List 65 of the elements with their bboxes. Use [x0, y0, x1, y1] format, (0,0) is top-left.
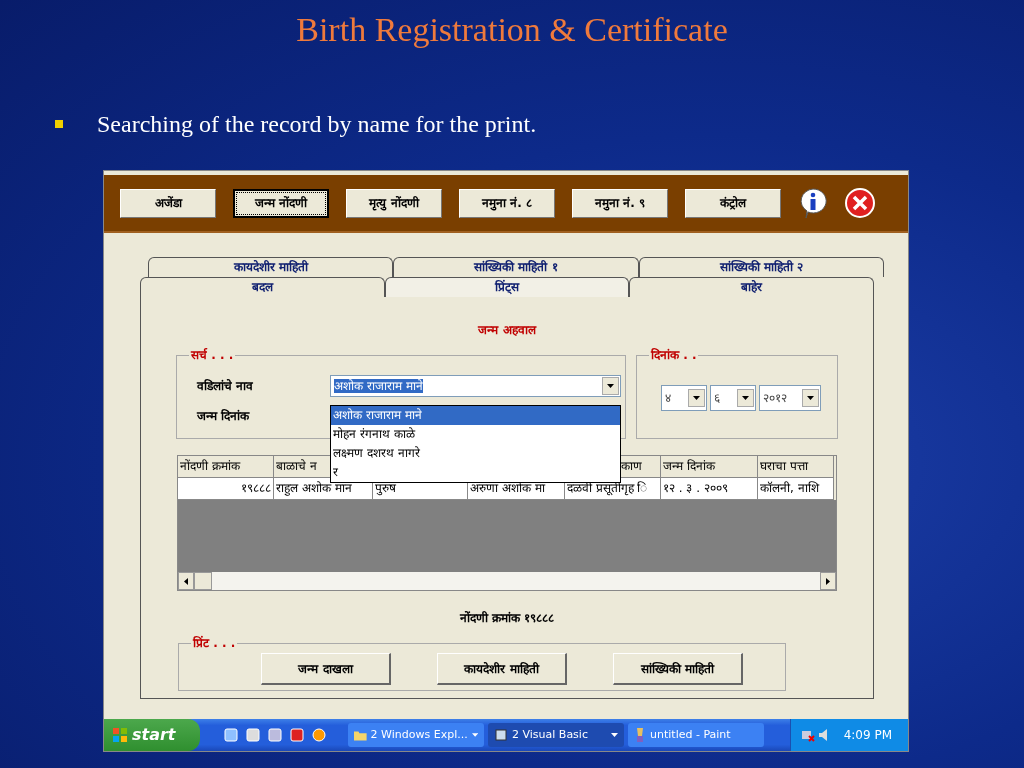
field-label: वडिलांचे नाव: [197, 378, 255, 395]
tab[interactable]: सांख्यिकी माहिती २: [638, 257, 884, 277]
record-number: नोंदणी क्रमांक १९८८८: [459, 610, 555, 627]
scroll-right-button[interactable]: [820, 572, 836, 590]
tab[interactable]: सांख्यिकी माहिती १: [393, 257, 639, 277]
taskbar-button[interactable]: 2 Windows Expl...: [348, 723, 484, 747]
toolbar-button[interactable]: नमुना नं. ९: [572, 188, 668, 218]
browser-icon: [224, 728, 238, 742]
info-icon: [798, 187, 828, 219]
program-icon: [246, 728, 260, 742]
dropdown-option[interactable]: मोहन रंगनाथ काळे: [331, 425, 620, 444]
tab[interactable]: बाहेर: [629, 277, 874, 297]
paint-icon: [634, 728, 646, 742]
horizontal-scrollbar[interactable]: [178, 572, 836, 590]
field-label: जन्म दिनांक: [197, 408, 251, 425]
toolbar-button[interactable]: नमुना नं. ८: [459, 188, 555, 218]
column-header: घराचा पत्ता: [758, 456, 834, 478]
tab[interactable]: बदल: [140, 277, 385, 297]
group-title: सर्च . . .: [189, 349, 235, 361]
bullet-icon: [55, 120, 63, 128]
toolbar-button[interactable]: मृत्यु नोंदणी: [346, 188, 442, 218]
caret-icon: [807, 396, 814, 400]
media-player-icon: [312, 728, 326, 742]
right-arrow-icon: [826, 577, 830, 585]
date-dropdown[interactable]: ६: [710, 385, 756, 411]
taskbar-button[interactable]: untitled - Paint: [628, 723, 764, 747]
windows-logo-icon: [112, 727, 128, 743]
folder-icon: [354, 729, 367, 741]
tab[interactable]: प्रिंट्स: [384, 277, 630, 297]
bullet-text: Searching of the record by name for the print.: [97, 110, 537, 139]
column-header: नोंदणी क्रमांक: [178, 456, 274, 478]
toolbar-button[interactable]: जन्म नोंदणी: [233, 188, 329, 218]
print-button[interactable]: कायदेशीर माहिती: [437, 653, 567, 685]
scroll-left-button[interactable]: [178, 572, 194, 590]
table-cell: १२ . ३ . २००९: [661, 478, 758, 500]
program-icon: [494, 728, 508, 742]
clock: 4:09 PM: [843, 727, 892, 744]
date-dropdown[interactable]: ४: [661, 385, 707, 411]
table-cell: १९८८८: [178, 478, 274, 500]
group-title: प्रिंट . . .: [191, 637, 237, 649]
print-button[interactable]: जन्म दाखला: [261, 653, 391, 685]
scroll-thumb[interactable]: [194, 572, 212, 590]
caret-icon: [742, 396, 749, 400]
monitor-icon: [268, 728, 282, 742]
color-blocks-icon: [290, 728, 304, 742]
taskbar-button[interactable]: 2 Visual Basic: [488, 723, 624, 747]
toolbar-button[interactable]: अजेंडा: [120, 188, 216, 218]
speaker-icon: [817, 728, 830, 742]
group-title: दिनांक . .: [649, 349, 698, 361]
dropdown-option[interactable]: अशोक राजाराम माने: [331, 406, 620, 425]
network-icon: [800, 728, 815, 742]
left-arrow-icon: [184, 577, 188, 585]
table-cell: कॉलनी, नाशि: [758, 478, 834, 500]
print-button[interactable]: सांख्यिकी माहिती: [613, 653, 743, 685]
name-dropdown[interactable]: अशोक राजाराम माने: [330, 375, 621, 397]
close-icon[interactable]: [845, 188, 875, 218]
report-heading: जन्म अहवाल: [478, 322, 536, 339]
caret-icon: [693, 396, 700, 400]
slide-title: Birth Registration & Certificate: [295, 10, 729, 50]
tab[interactable]: कायदेशीर माहिती: [148, 257, 394, 277]
date-dropdown[interactable]: २०१२: [759, 385, 821, 411]
toolbar-button[interactable]: कंट्रोल: [685, 188, 781, 218]
start-button[interactable]: start: [104, 719, 200, 751]
column-header: जन्म दिनांक: [661, 456, 758, 478]
caret-icon: [607, 384, 614, 388]
